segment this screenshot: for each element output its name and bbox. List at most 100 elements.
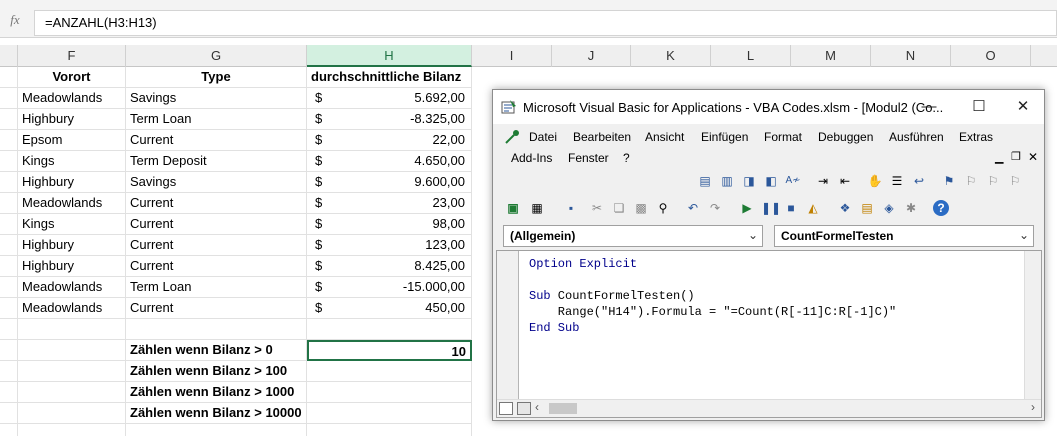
grid-cell[interactable] (0, 151, 18, 172)
close-button[interactable]: ✕ (1007, 95, 1039, 119)
copy-icon[interactable]: ❏ (611, 200, 627, 216)
menu-help[interactable]: ? (623, 151, 630, 165)
menu-bearbeiten[interactable]: Bearbeiten (573, 130, 631, 144)
grid-cell[interactable] (0, 361, 18, 382)
grid-cell[interactable] (307, 424, 472, 436)
cell-amount[interactable]: $22,00 (307, 130, 472, 151)
mdi-restore-icon[interactable]: ❐ (1011, 150, 1021, 163)
column-header-k[interactable]: K (631, 45, 711, 67)
column-header-i[interactable]: I (472, 45, 552, 67)
scroll-left-icon[interactable]: ‹ (535, 400, 539, 414)
code-line-1[interactable]: Option Explicit (529, 257, 637, 271)
grid-cell[interactable] (0, 424, 18, 436)
cell-amount[interactable]: $ -15.000,00 (307, 277, 472, 298)
cell-vorort[interactable]: Meadowlands (18, 193, 126, 214)
summary-label[interactable]: Zählen wenn Bilanz > 100 (126, 361, 307, 382)
cell-vorort[interactable]: Highbury (18, 172, 126, 193)
grid-cell[interactable] (0, 340, 18, 361)
column-header-m[interactable]: M (791, 45, 871, 67)
maximize-button[interactable]: ☐ (963, 95, 995, 119)
grid-cell[interactable] (0, 193, 18, 214)
scroll-right-icon[interactable]: › (1031, 400, 1035, 414)
column-header-n[interactable]: N (871, 45, 951, 67)
next-bookmark-icon[interactable]: ⚐ (963, 173, 979, 189)
design-mode-icon[interactable]: ◭ (805, 200, 821, 216)
redo-icon[interactable]: ↷ (707, 200, 723, 216)
cell-vorort[interactable]: Highbury (18, 256, 126, 277)
undo-icon[interactable]: ↶ (685, 200, 701, 216)
grid-cell[interactable] (0, 277, 18, 298)
column-header-j[interactable]: J (552, 45, 631, 67)
cell-vorort[interactable]: Meadowlands (18, 298, 126, 319)
save-icon[interactable]: ▪ (563, 200, 579, 216)
cell-type[interactable]: Current (126, 193, 307, 214)
horizontal-scrollbar[interactable]: ‹ › (497, 399, 1041, 417)
cell-type[interactable]: Current (126, 298, 307, 319)
grid-cell[interactable] (18, 340, 126, 361)
grid-cell[interactable] (307, 319, 472, 340)
code-margin[interactable] (497, 251, 519, 399)
cell-vorort[interactable]: Kings (18, 214, 126, 235)
cell-amount[interactable]: $123,00 (307, 235, 472, 256)
cell-type[interactable]: Current (126, 235, 307, 256)
vertical-scrollbar[interactable] (1024, 251, 1041, 399)
grid-cell[interactable] (18, 382, 126, 403)
grid-cell[interactable] (18, 424, 126, 436)
menu-extras[interactable]: Extras (959, 130, 993, 144)
properties-window-icon[interactable]: ▤ (859, 200, 875, 216)
uncomment-block-icon[interactable]: ↩ (911, 173, 927, 189)
paste-icon[interactable]: ▩ (633, 200, 649, 216)
cell-amount[interactable]: $ -8.325,00 (307, 109, 472, 130)
horizontal-scroll-thumb[interactable] (549, 403, 577, 414)
cell-amount[interactable]: $450,00 (307, 298, 472, 319)
project-explorer-icon[interactable]: ❖ (837, 200, 853, 216)
formula-input[interactable]: =ANZAHL(H3:H13) (34, 10, 1057, 36)
summary-label[interactable]: Zählen wenn Bilanz > 0 (126, 340, 307, 361)
cell-type[interactable]: Term Deposit (126, 151, 307, 172)
cell-vorort[interactable]: Kings (18, 151, 126, 172)
cell-type[interactable]: Savings (126, 88, 307, 109)
cell-type[interactable]: Current (126, 130, 307, 151)
menu-datei[interactable]: Datei (529, 130, 557, 144)
summary-value[interactable] (307, 361, 472, 382)
reset-icon[interactable]: ■ (783, 200, 799, 216)
grid-cell[interactable] (0, 256, 18, 277)
vba-title-bar[interactable]: Microsoft Visual Basic for Applications … (493, 90, 1044, 124)
summary-value[interactable] (307, 403, 472, 424)
menu-debuggen[interactable]: Debuggen (818, 130, 873, 144)
run-icon[interactable]: ▶ (739, 200, 755, 216)
menu-fenster[interactable]: Fenster (568, 151, 609, 165)
break-icon[interactable]: ❚❚ (761, 200, 781, 216)
grid-cell[interactable] (18, 403, 126, 424)
column-header-f[interactable]: F (18, 45, 126, 67)
comment-block-icon[interactable]: ☰ (889, 173, 905, 189)
summary-label[interactable]: Zählen wenn Bilanz > 1000 (126, 382, 307, 403)
column-header-o[interactable]: O (951, 45, 1031, 67)
function-icon[interactable]: fx (2, 12, 28, 32)
complete-word-icon[interactable]: A≁ (785, 173, 801, 189)
cell-amount[interactable]: $9.600,00 (307, 172, 472, 193)
menu-einfuegen[interactable]: Einfügen (701, 130, 748, 144)
grid-cell[interactable] (0, 382, 18, 403)
toggle-bookmark-icon[interactable]: ⚑ (941, 173, 957, 189)
grid-cell[interactable] (18, 319, 126, 340)
cell-type[interactable]: Savings (126, 172, 307, 193)
grid-cell[interactable] (0, 298, 18, 319)
procedure-dropdown[interactable]: CountFormelTesten ⌄ (774, 225, 1034, 247)
cell-vorort[interactable]: Meadowlands (18, 88, 126, 109)
indent-icon[interactable]: ⇥ (815, 173, 831, 189)
column-header-l[interactable]: L (711, 45, 791, 67)
summary-label[interactable]: Zählen wenn Bilanz > 10000 (126, 403, 307, 424)
column-header-g[interactable]: G (126, 45, 307, 67)
cell-vorort[interactable]: Meadowlands (18, 277, 126, 298)
cell-amount[interactable]: $4.650,00 (307, 151, 472, 172)
cell-amount[interactable]: $8.425,00 (307, 256, 472, 277)
grid-cell[interactable] (0, 319, 18, 340)
view-excel-icon[interactable]: ▣ (505, 200, 521, 216)
header-bilanz[interactable]: durchschnittliche Bilanz (307, 67, 472, 88)
cell-type[interactable]: Current (126, 214, 307, 235)
grid-cell[interactable] (126, 424, 307, 436)
corner-cell[interactable] (0, 45, 18, 67)
parameter-info-icon[interactable]: ◧ (763, 173, 779, 189)
code-window[interactable]: Option Explicit Sub CountFormelTesten() … (496, 250, 1042, 418)
